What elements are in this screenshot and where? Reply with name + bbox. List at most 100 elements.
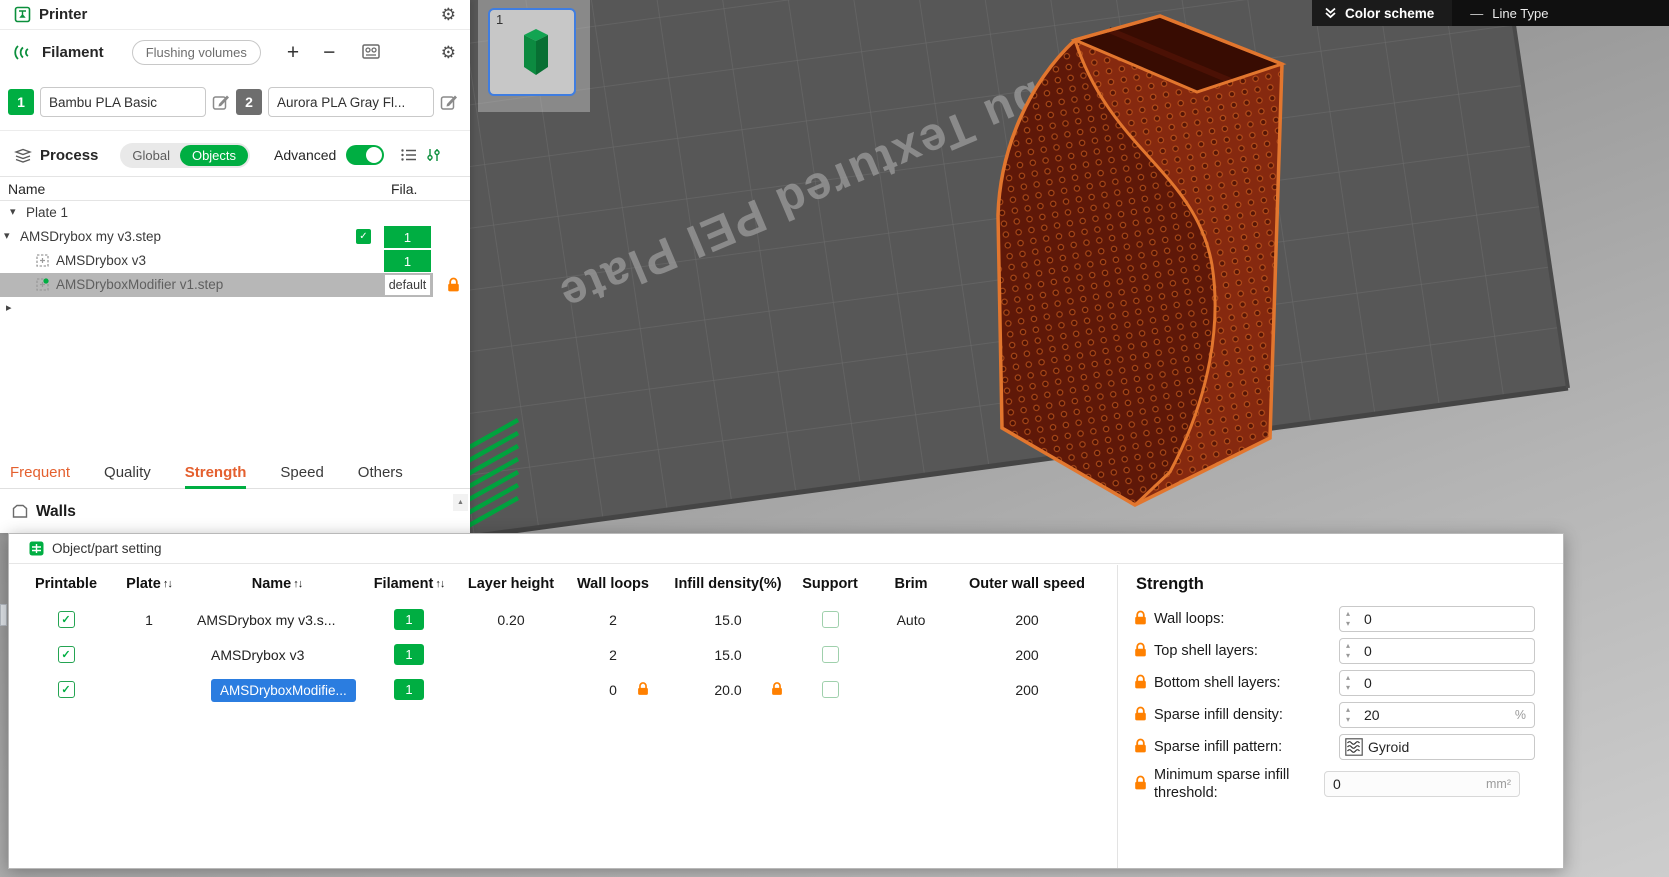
filament-2-edit-icon[interactable]: [440, 93, 458, 111]
lock-icon[interactable]: [1134, 706, 1147, 724]
filament-1-edit-icon[interactable]: [212, 93, 230, 111]
global-objects-toggle[interactable]: Global Objects: [120, 142, 251, 168]
setting-label: Sparse infill density:: [1154, 706, 1283, 723]
tune-sliders-icon[interactable]: [426, 148, 442, 162]
support-checkbox[interactable]: [821, 646, 839, 663]
col-support: Support: [802, 575, 858, 592]
lock-icon[interactable]: [1134, 610, 1147, 628]
filament-chip[interactable]: 1: [394, 679, 424, 700]
drybox-model[interactable]: [996, 14, 1287, 507]
printable-checkbox[interactable]: ✓: [57, 646, 75, 663]
line-type-icon: —: [1470, 5, 1484, 21]
tab-frequent[interactable]: Frequent: [10, 456, 70, 488]
process-layers-icon: [14, 148, 32, 163]
table-row-selected[interactable]: ✓ AMSDryboxModifie... 1 0 20.0 200: [9, 672, 1117, 707]
filament-column-header: Fila.: [391, 181, 418, 197]
spinner[interactable]: ▴ ▾: [1346, 673, 1350, 693]
tree-row-amsdrybox-v3[interactable]: AMSDrybox v3 1: [0, 249, 470, 273]
bambu-studio-window: Bambu Textured PEI Plate 1 Color scheme …: [0, 0, 1669, 877]
caret-right-icon[interactable]: ▸: [6, 301, 12, 314]
walls-section-header[interactable]: Walls: [0, 490, 470, 533]
selected-name-chip[interactable]: AMSDryboxModifie...: [211, 678, 356, 702]
purge-lines: [470, 418, 520, 528]
table-row[interactable]: ✓ AMSDrybox v3 1 2 15.0 200: [9, 637, 1117, 672]
filament-chip[interactable]: 1: [394, 609, 424, 630]
input-value: Gyroid: [1368, 739, 1410, 755]
lock-icon[interactable]: [771, 681, 783, 698]
filament-2-color-swatch[interactable]: 2: [236, 89, 262, 115]
spinner[interactable]: ▴ ▾: [1346, 641, 1350, 661]
flushing-volumes-button[interactable]: Flushing volumes: [131, 39, 261, 65]
support-checkbox[interactable]: [821, 681, 839, 698]
toggle-global[interactable]: Global: [122, 145, 180, 166]
walls-group-icon: [12, 504, 28, 518]
setting-label: Sparse infill pattern:: [1154, 738, 1283, 755]
brim-cell: Auto: [896, 611, 926, 628]
remove-filament-button[interactable]: −: [323, 42, 335, 63]
top-shell-layers-input[interactable]: ▴ ▾ 0: [1339, 638, 1535, 664]
filament-cell[interactable]: default: [384, 274, 431, 296]
filament-chip[interactable]: 1: [394, 644, 424, 665]
printable-checkbox[interactable]: ✓: [57, 681, 75, 698]
sparse-infill-density-input[interactable]: ▴ ▾ 20 %: [1339, 702, 1535, 728]
spinner[interactable]: ▴ ▾: [1346, 705, 1350, 725]
visibility-checkbox[interactable]: ✓: [356, 229, 371, 244]
tab-speed[interactable]: Speed: [280, 456, 323, 488]
filament-cell[interactable]: 1: [384, 226, 431, 248]
plate-cell: 1: [145, 611, 153, 628]
caret-down-icon[interactable]: ▾: [4, 229, 10, 242]
filament-cell[interactable]: 1: [384, 250, 431, 272]
filament-1-select[interactable]: Bambu PLA Basic: [40, 87, 206, 117]
tab-others[interactable]: Others: [358, 456, 403, 488]
advanced-toggle[interactable]: [346, 145, 385, 165]
tree-row-modifier[interactable]: AMSDryboxModifier v1.step default: [0, 273, 470, 297]
wall-loops-input[interactable]: ▴ ▾ 0: [1339, 606, 1535, 632]
caret-down-icon[interactable]: ▾: [10, 205, 16, 218]
printable-checkbox[interactable]: ✓: [57, 611, 75, 628]
panel-edge-handle[interactable]: [0, 604, 7, 626]
table-row[interactable]: ✓ 1 AMSDrybox my v3.s... 1 0.20 2 15.0 A…: [9, 602, 1117, 637]
tree-row-collapsed[interactable]: ▸: [0, 297, 470, 321]
support-checkbox[interactable]: [821, 611, 839, 628]
tree-row-plate-1[interactable]: ▾ Plate 1: [0, 201, 470, 225]
sparse-infill-pattern-select[interactable]: Gyroid: [1339, 734, 1535, 760]
tab-strength[interactable]: Strength: [184, 456, 246, 489]
tree-row-amsdrybox-step[interactable]: ▾ AMSDrybox my v3.step ✓ 1: [0, 225, 470, 249]
lock-icon[interactable]: [1134, 775, 1147, 793]
col-wall-loops: Wall loops: [577, 575, 649, 592]
spinner[interactable]: ▴ ▾: [1346, 609, 1350, 629]
add-filament-button[interactable]: +: [287, 42, 299, 63]
toggle-objects[interactable]: Objects: [179, 144, 249, 166]
ams-icon[interactable]: [361, 43, 381, 61]
settings-table-icon: [29, 541, 44, 556]
parameter-list-icon[interactable]: [400, 148, 418, 162]
wall-loops-cell: 2: [609, 611, 617, 628]
min-infill-threshold-input[interactable]: 0 mm²: [1324, 771, 1520, 798]
line-type-dropdown[interactable]: — Line Type: [1452, 0, 1669, 26]
filament-2-select[interactable]: Aurora PLA Gray Fl...: [268, 87, 434, 117]
lock-icon[interactable]: [1134, 642, 1147, 660]
plate-thumbnail[interactable]: 1: [488, 8, 576, 96]
dialog-title-bar[interactable]: Object/part setting: [9, 534, 1563, 564]
col-plate[interactable]: Plate ↑↓: [126, 576, 173, 592]
printer-settings-gear-icon[interactable]: ⚙: [441, 6, 456, 23]
filament-1-color-swatch[interactable]: 1: [8, 89, 34, 115]
input-value: 0: [1364, 675, 1372, 691]
lock-icon[interactable]: [637, 681, 649, 698]
sort-icon: ↑↓: [435, 577, 445, 590]
printer-title: Printer: [39, 6, 88, 23]
input-value: 20: [1364, 707, 1380, 723]
unit-label: mm²: [1486, 777, 1511, 792]
lock-icon[interactable]: [1134, 738, 1147, 756]
tab-quality[interactable]: Quality: [104, 456, 151, 488]
col-filament[interactable]: Filament ↑↓: [374, 576, 446, 592]
col-name[interactable]: Name ↑↓: [252, 576, 304, 592]
process-tabs: Frequent Quality Strength Speed Others: [0, 456, 470, 489]
color-scheme-dropdown[interactable]: Color scheme: [1312, 0, 1453, 26]
lock-icon[interactable]: [447, 277, 460, 295]
lock-icon[interactable]: [1134, 674, 1147, 692]
filament-settings-gear-icon[interactable]: ⚙: [441, 44, 456, 61]
bottom-shell-layers-input[interactable]: ▴ ▾ 0: [1339, 670, 1535, 696]
infill-cell: 20.0: [661, 672, 795, 707]
scroll-up-button[interactable]: ▲: [453, 494, 468, 511]
